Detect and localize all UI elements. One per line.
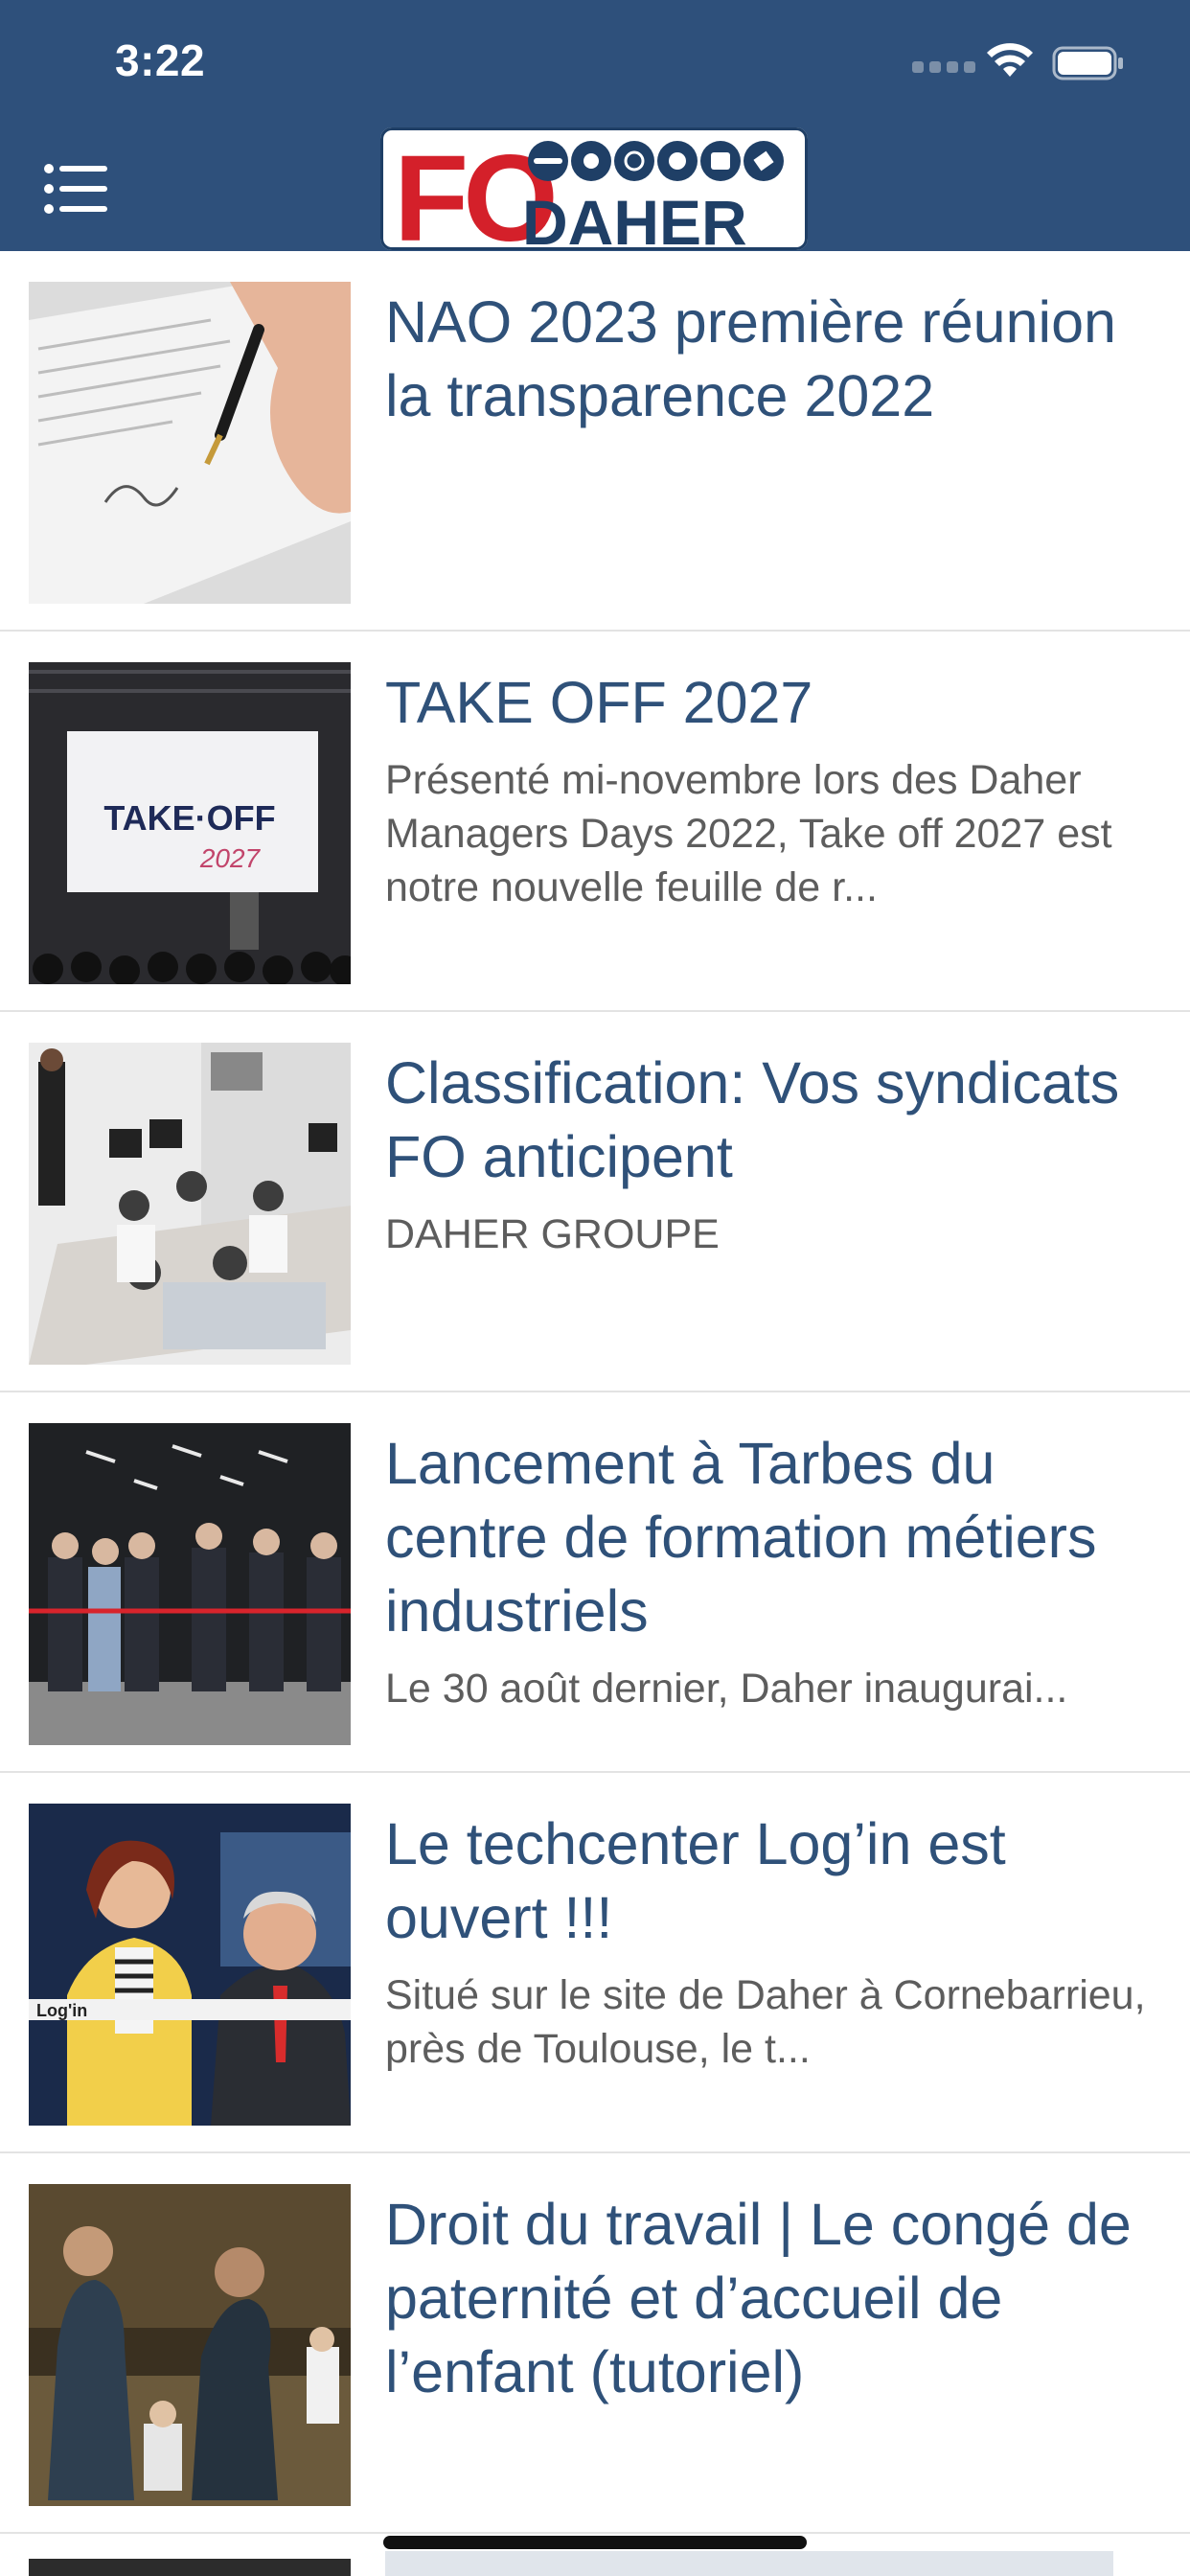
article-item[interactable]: Lancement à Tarbes du centre de formatio… bbox=[0, 1392, 1190, 1773]
article-thumbnail bbox=[29, 1423, 351, 1745]
article-item[interactable]: Classification: Vos syndicats FO anticip… bbox=[0, 1012, 1190, 1392]
article-item[interactable]: Droit du travail | Le congé de paternité… bbox=[0, 2153, 1190, 2534]
article-title: NAO 2023 première réunion la transparenc… bbox=[385, 289, 1116, 428]
article-title: TAKE OFF 2027 bbox=[385, 670, 813, 735]
article-thumbnail bbox=[29, 2184, 351, 2506]
article-thumbnail: TAKE·OFF 2027 bbox=[29, 662, 351, 984]
status-time: 3:22 bbox=[115, 35, 206, 85]
article-excerpt: DAHER GROUPE bbox=[385, 1211, 720, 1257]
article-item[interactable]: TAKE·OFF 2027 TAKE OFF 2027 Présenté mi-… bbox=[0, 632, 1190, 1012]
takeoff-image-year: 2027 bbox=[199, 843, 262, 873]
battery-icon bbox=[1052, 46, 1123, 80]
home-indicator bbox=[383, 2536, 807, 2549]
article-thumbnail bbox=[29, 282, 351, 604]
article-title: Le techcenter Log’in est ouvert !!! bbox=[385, 1811, 1006, 1950]
article-item[interactable]: NAO 2023 première réunion la transparenc… bbox=[0, 251, 1190, 632]
wifi-icon bbox=[987, 43, 1033, 77]
article-excerpt: Situé sur le site de Daher à Cornebarrie… bbox=[385, 1972, 1146, 2072]
article-item[interactable]: Log'in Le techcenter Log’in est ouvert !… bbox=[0, 1773, 1190, 2153]
article-thumbnail: Log'in bbox=[29, 1804, 351, 2126]
menu-icon[interactable] bbox=[44, 163, 107, 215]
article-title: Classification: Vos syndicats FO anticip… bbox=[385, 1050, 1120, 1189]
logo-daher-text: DAHER bbox=[522, 187, 747, 250]
app-header: 3:22 FO DAHER bbox=[0, 0, 1190, 251]
article-excerpt: Le 30 août dernier, Daher inaugurai... bbox=[385, 1666, 1068, 1712]
fo-daher-logo[interactable]: FO DAHER bbox=[380, 127, 808, 250]
takeoff-image-text: TAKE·OFF bbox=[103, 798, 275, 838]
article-title: Droit du travail | Le congé de paternité… bbox=[385, 2192, 1132, 2404]
article-list: NAO 2023 première réunion la transparenc… bbox=[0, 251, 1190, 2534]
article-excerpt: Présenté mi-novembre lors des Daher Mana… bbox=[385, 757, 1112, 910]
article-title: Lancement à Tarbes du centre de formatio… bbox=[385, 1431, 1097, 1644]
article-thumbnail bbox=[29, 1043, 351, 1365]
login-ribbon-text: Log'in bbox=[36, 2001, 87, 2020]
signal-icon bbox=[912, 61, 975, 73]
